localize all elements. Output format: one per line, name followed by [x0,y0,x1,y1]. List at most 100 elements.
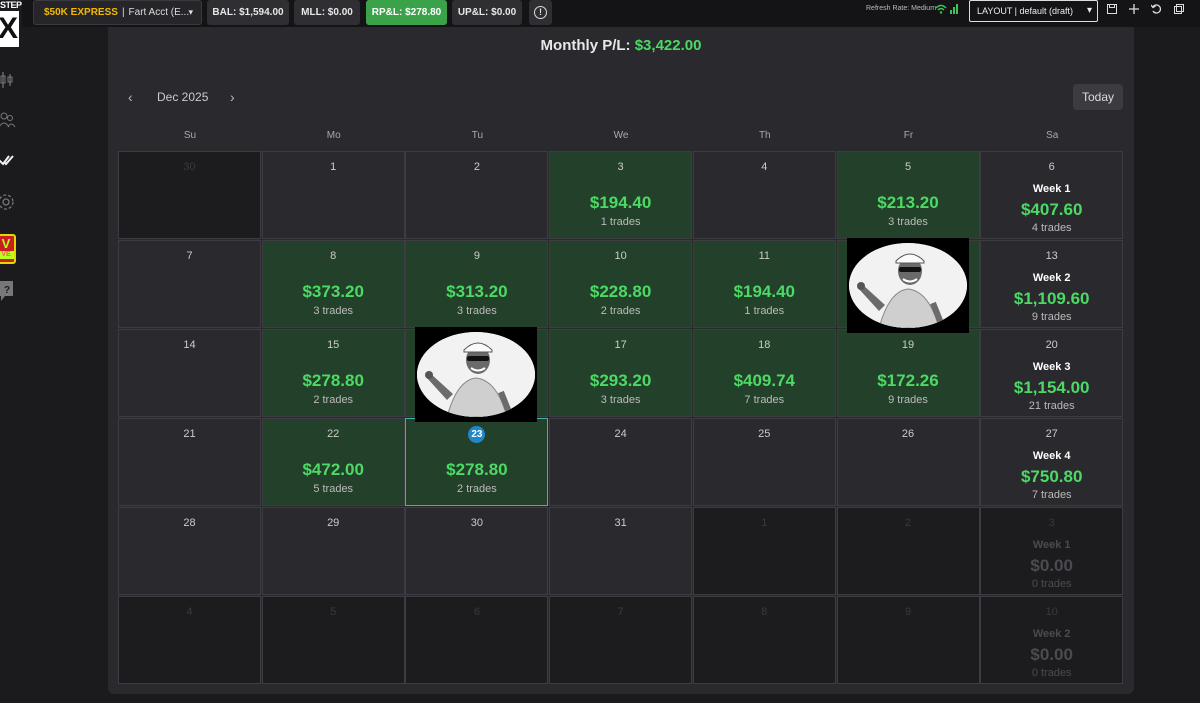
calendar-day-cell[interactable]: 8 $373.20 3 trades [261,240,405,328]
month-label: Dec 2025 [157,90,209,104]
day-number: 25 [758,428,771,440]
refresh-rate-label: Refresh Rate: Medium [866,5,937,12]
day-pnl: $472.00 [302,460,364,479]
meme-photo-image [415,327,538,422]
calendar-day-cell[interactable]: 4 [118,596,261,684]
users-icon[interactable] [0,110,16,130]
calendar-day-cell[interactable]: 9 [836,596,980,684]
calendar-day-cell[interactable]: 18 $409.74 7 trades [692,329,836,417]
day-trade-count: 1 trades [744,305,785,317]
day-number: 5 [330,606,337,618]
day-number: 24 [614,428,627,440]
chevron-down-icon: ▾ [1086,5,1092,16]
week-label: Week 1 [1032,183,1071,195]
calendar-day-cell[interactable]: 7 [118,240,261,328]
calendar-day-cell[interactable]: 21 [118,418,261,506]
calendar-day-cell[interactable]: 3 $194.40 1 trades [549,151,693,239]
calendar-day-cell[interactable]: 25 [692,418,836,506]
day-number: 4 [761,161,768,173]
week-summary-cell[interactable]: 10 Week 2 $0.00 0 trades [980,596,1124,684]
calendar-day-cell[interactable]: 19 $172.26 9 trades [836,329,980,417]
calendar-day-cell[interactable]: 14 [118,329,261,417]
today-badge: 23 [468,426,486,443]
calendar-day-cell[interactable]: 15 $278.80 2 trades [261,329,405,417]
calendar-day-cell[interactable]: 23 $278.80 2 trades [405,418,549,506]
calendar-day-cell[interactable]: 4 [692,151,836,239]
calendar-day-cell[interactable]: 6 [405,596,549,684]
gear-icon[interactable] [0,192,16,212]
undo-icon[interactable] [1149,4,1163,17]
calendar-day-cell[interactable]: 17 $293.20 3 trades [549,329,693,417]
balance-stat: BAL: $1,594.00 [207,0,289,25]
day-trade-count: 9 trades [888,394,928,406]
plus-icon[interactable] [1127,4,1141,17]
wifi-icon [935,4,947,16]
chart-candles-icon[interactable] [0,70,16,90]
calendar-day-cell[interactable]: 9 $313.20 3 trades [405,240,549,328]
day-number: 19 [901,339,915,351]
unrealized-pnl-stat: UP&L: $0.00 [452,0,522,25]
next-month-button[interactable]: › [230,89,235,105]
today-button[interactable]: Today [1073,84,1123,110]
day-number: 29 [327,517,340,529]
day-trade-count: 2 trades [600,305,641,317]
calendar-day-cell[interactable]: 5 [261,596,405,684]
info-button[interactable]: ! [529,0,552,25]
meme-photo-frame [417,332,536,417]
week-pnl: $1,109.60 [1013,289,1090,308]
calendar-day-cell[interactable]: 1 [261,151,405,239]
tv-live-badge[interactable]: V VE [0,234,16,264]
help-chat-icon[interactable]: ? [0,280,16,301]
save-icon[interactable] [1105,4,1119,17]
app-logo[interactable]: STEP X [0,0,22,50]
calendar-day-cell[interactable]: 24 [549,418,693,506]
day-trade-count: 2 trades [457,483,497,495]
day-number: 20 [1045,339,1058,351]
day-pnl: $172.26 [877,371,939,390]
day-pnl: $194.40 [589,193,652,212]
calendar-day-cell[interactable]: 5 $213.20 3 trades [836,151,980,239]
calendar-day-cell[interactable]: 30 [405,507,549,595]
calendar-day-cell[interactable]: 2 [405,151,549,239]
monthly-pnl: Monthly P/L: $3,422.00 [108,37,1134,54]
calendar-day-cell[interactable]: 29 [261,507,405,595]
day-trade-count: 2 trades [313,394,354,406]
layout-select[interactable]: LAYOUT | default (draft) ▾ [969,0,1098,22]
week-pnl: $407.60 [1020,200,1083,219]
calendar-day-cell[interactable]: 2 [836,507,980,595]
calendar-day-cell[interactable]: 26 [836,418,980,506]
calendar-day-cell[interactable]: 8 [692,596,836,684]
calendar-day-cell[interactable]: 11 $194.40 1 trades [692,240,836,328]
account-selector[interactable]: $50K EXPRESS | Fart Acct (E... ▾ [33,0,202,25]
day-number: 30 [470,517,484,529]
day-number: 23 [406,426,547,443]
calendar-day-cell[interactable]: 1 [692,507,836,595]
calendar-day-cell[interactable]: 28 [118,507,261,595]
calendar-day-cell[interactable]: 7 [549,596,693,684]
day-number: 13 [1045,250,1058,262]
day-number: 6 [473,606,480,618]
day-number: 18 [758,339,771,351]
day-trade-count: 3 trades [457,305,497,317]
calendar-grid: 30 1 2 3 $194.40 1 trades 4 5 $213.20 3 trades 6 We… [118,151,1124,685]
week-summary-cell[interactable]: 27 Week 4 $750.80 7 trades [980,418,1124,506]
week-summary-cell[interactable]: 13 Week 2 $1,109.60 9 trades [980,240,1124,328]
day-trade-count: 3 trades [600,394,641,406]
week-summary-cell[interactable]: 20 Week 3 $1,154.00 21 trades [980,329,1124,417]
week-summary-cell[interactable]: 6 Week 1 $407.60 4 trades [980,151,1124,239]
week-label: Week 4 [1032,450,1071,462]
prev-month-button[interactable]: ‹ [128,89,133,105]
day-number: 1 [330,161,337,173]
day-number: 5 [904,161,912,173]
calendar-day-cell[interactable]: 31 [549,507,693,595]
week-trade-count: 0 trades [1031,667,1072,679]
double-check-icon[interactable] [0,150,16,170]
day-trade-count: 7 trades [744,394,785,406]
popout-icon[interactable] [1172,4,1186,17]
calendar-day-cell[interactable]: 22 $472.00 5 trades [261,418,405,506]
day-number: 7 [186,250,193,262]
week-pnl: $1,154.00 [1013,378,1090,397]
calendar-day-cell[interactable]: 30 [118,151,261,239]
calendar-day-cell[interactable]: 10 $228.80 2 trades [549,240,693,328]
week-summary-cell[interactable]: 3 Week 1 $0.00 0 trades [980,507,1124,595]
